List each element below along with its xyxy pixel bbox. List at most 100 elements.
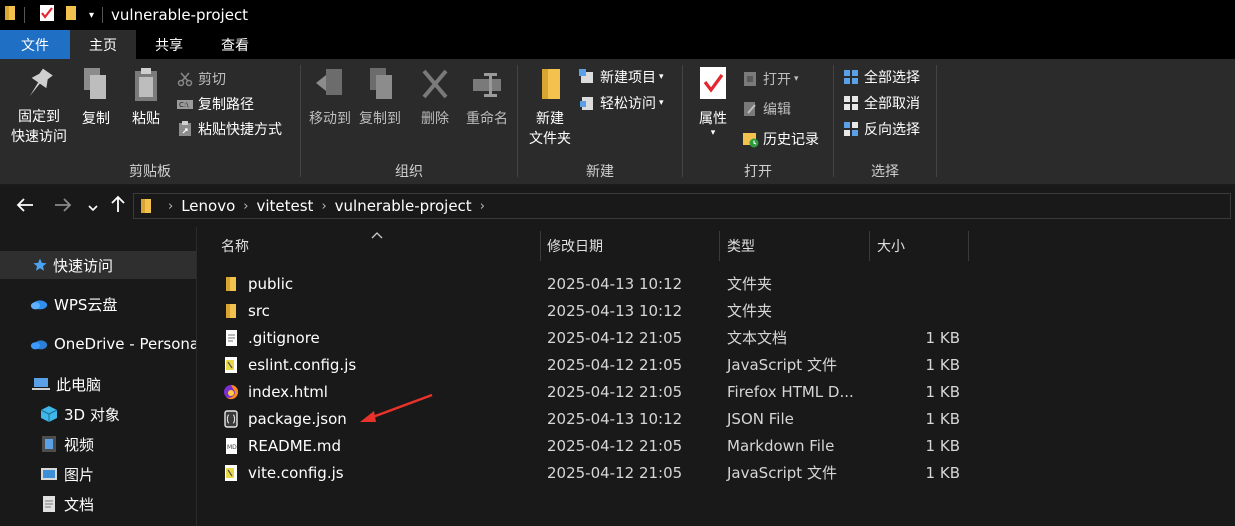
- file-row[interactable]: index.html 2025-04-12 21:05 Firefox HTML…: [198, 378, 1235, 405]
- file-size: 1 KB: [925, 409, 960, 428]
- cube-icon: [40, 405, 58, 423]
- column-header-type[interactable]: 类型: [721, 231, 867, 261]
- file-row[interactable]: package.json 2025-04-13 10:12 JSON File …: [198, 405, 1235, 432]
- clipboard-group-label: 剪贴板: [129, 164, 171, 180]
- chevron-down-icon: [88, 196, 98, 217]
- breadcrumb-item[interactable]: vulnerable-project: [335, 197, 472, 215]
- properties-label: 属性: [699, 111, 727, 127]
- edit-icon: [741, 100, 759, 118]
- new-folder-label: 新建 文件夹: [529, 111, 571, 147]
- rename-button[interactable]: 重命名: [461, 65, 513, 129]
- file-name-cell: .gitignore: [222, 324, 320, 351]
- customize-qat-icon[interactable]: ▾: [89, 10, 94, 21]
- cut-button[interactable]: 剪切: [176, 67, 226, 91]
- tab-home[interactable]: 主页: [70, 30, 136, 59]
- js-file-icon: [222, 464, 240, 482]
- delete-button[interactable]: 删除: [415, 65, 455, 129]
- paste-shortcut-button[interactable]: 粘贴快捷方式: [176, 117, 282, 141]
- breadcrumb-item[interactable]: vitetest: [256, 197, 313, 215]
- tab-file[interactable]: 文件: [0, 30, 70, 59]
- file-date: 2025-04-13 10:12: [547, 409, 683, 428]
- file-date: 2025-04-12 21:05: [547, 463, 683, 482]
- history-button[interactable]: 历史记录: [741, 127, 819, 151]
- file-name-cell: package.json: [222, 405, 347, 432]
- select-none-button[interactable]: 全部取消: [842, 91, 920, 115]
- text-file-icon: [222, 329, 240, 347]
- file-row[interactable]: src 2025-04-13 10:12 文件夹: [198, 297, 1235, 324]
- navigation-pane: 快速访问 WPS云盘 OneDrive - Persona 此电脑 3D 对象 …: [0, 227, 197, 526]
- tab-share[interactable]: 共享: [136, 30, 202, 59]
- open-button[interactable]: 打开 ▾: [741, 67, 799, 91]
- paste-button[interactable]: 粘贴: [126, 65, 166, 129]
- sidebar-item-pictures[interactable]: 图片: [0, 460, 196, 488]
- divider: [936, 65, 937, 177]
- file-row[interactable]: vite.config.js 2025-04-12 21:05 JavaScri…: [198, 459, 1235, 486]
- column-header-size[interactable]: 大小: [871, 231, 967, 261]
- clipboard-group: 固定到 快速访问 复制 粘贴 剪切 C:\ 复制路径 粘贴快捷方式 剪贴板: [0, 59, 300, 185]
- recent-locations-button[interactable]: [86, 195, 100, 217]
- breadcrumb-item[interactable]: Lenovo: [181, 197, 235, 215]
- annotation-arrow: [356, 392, 436, 432]
- sidebar-item-3d-objects[interactable]: 3D 对象: [0, 400, 196, 428]
- sidebar-item-wps-cloud[interactable]: WPS云盘: [0, 290, 196, 318]
- file-name-cell: eslint.config.js: [222, 351, 356, 378]
- new-item-button[interactable]: 新建项目 ▾: [578, 65, 664, 89]
- chevron-down-icon: ▾: [659, 98, 664, 108]
- easy-access-button[interactable]: 轻松访问 ▾: [578, 91, 664, 115]
- column-header-date[interactable]: 修改日期: [541, 231, 717, 261]
- file-type: JSON File: [727, 409, 794, 428]
- file-date: 2025-04-12 21:05: [547, 382, 683, 401]
- up-button[interactable]: [108, 195, 128, 217]
- onedrive-icon: [30, 335, 48, 353]
- new-folder-icon[interactable]: [65, 4, 77, 26]
- copy-button[interactable]: 复制: [76, 65, 116, 129]
- divider: [24, 7, 25, 23]
- edit-button[interactable]: 编辑: [741, 97, 791, 121]
- new-item-icon: [578, 68, 596, 86]
- breadcrumb-separator[interactable]: ›: [480, 199, 485, 214]
- file-row[interactable]: eslint.config.js 2025-04-12 21:05 JavaSc…: [198, 351, 1235, 378]
- invert-selection-icon: [842, 120, 860, 138]
- breadcrumb-separator[interactable]: ›: [168, 199, 173, 214]
- sidebar-item-videos[interactable]: 视频: [0, 430, 196, 458]
- pin-quick-access-button[interactable]: 固定到 快速访问: [6, 65, 72, 147]
- column-divider[interactable]: [719, 231, 720, 261]
- folder-icon[interactable]: [4, 4, 16, 26]
- back-button[interactable]: [14, 195, 36, 217]
- sidebar-item-documents[interactable]: 文档: [0, 490, 196, 518]
- column-divider[interactable]: [869, 231, 870, 261]
- breadcrumb-separator[interactable]: ›: [321, 199, 326, 214]
- address-bar[interactable]: › Lenovo › vitetest › vulnerable-project…: [133, 193, 1231, 219]
- json-file-icon: [222, 409, 240, 428]
- invert-selection-button[interactable]: 反向选择: [842, 117, 920, 141]
- pin-label: 固定到 快速访问: [11, 109, 67, 145]
- file-name: README.md: [248, 436, 342, 455]
- column-divider[interactable]: [968, 231, 969, 261]
- sidebar-item-this-pc[interactable]: 此电脑: [0, 370, 196, 398]
- open-icon: [741, 70, 759, 88]
- column-header-name[interactable]: 名称: [215, 231, 533, 261]
- file-size: [878, 270, 960, 297]
- forward-button[interactable]: [52, 195, 74, 217]
- copy-to-button[interactable]: 复制到: [355, 65, 405, 129]
- breadcrumb-separator[interactable]: ›: [243, 199, 248, 214]
- file-name: eslint.config.js: [248, 355, 357, 374]
- navigation-bar: › Lenovo › vitetest › vulnerable-project…: [0, 185, 1235, 227]
- select-all-button[interactable]: 全部选择: [842, 65, 920, 89]
- folder-icon: [222, 302, 240, 320]
- copy-path-button[interactable]: C:\ 复制路径: [176, 92, 254, 116]
- sidebar-item-onedrive[interactable]: OneDrive - Persona: [0, 330, 196, 358]
- move-to-button[interactable]: 移动到: [305, 65, 355, 129]
- sidebar-item-label: 快速访问: [53, 256, 114, 275]
- organize-group: 移动到 复制到 删除 重命名 组织: [301, 59, 517, 185]
- new-folder-button[interactable]: 新建 文件夹: [522, 65, 578, 149]
- properties-button[interactable]: 属性 ▾: [691, 65, 735, 138]
- sidebar-item-quick-access[interactable]: 快速访问: [0, 251, 196, 279]
- file-row[interactable]: MD README.md 2025-04-12 21:05 Markdown F…: [198, 432, 1235, 459]
- file-row[interactable]: .gitignore 2025-04-12 21:05 文本文档 1 KB: [198, 324, 1235, 351]
- sidebar-item-label: 文档: [64, 495, 95, 514]
- file-row[interactable]: public 2025-04-13 10:12 文件夹: [198, 270, 1235, 297]
- tab-view[interactable]: 查看: [202, 30, 268, 59]
- file-size: 1 KB: [925, 382, 960, 401]
- properties-icon[interactable]: [39, 4, 55, 26]
